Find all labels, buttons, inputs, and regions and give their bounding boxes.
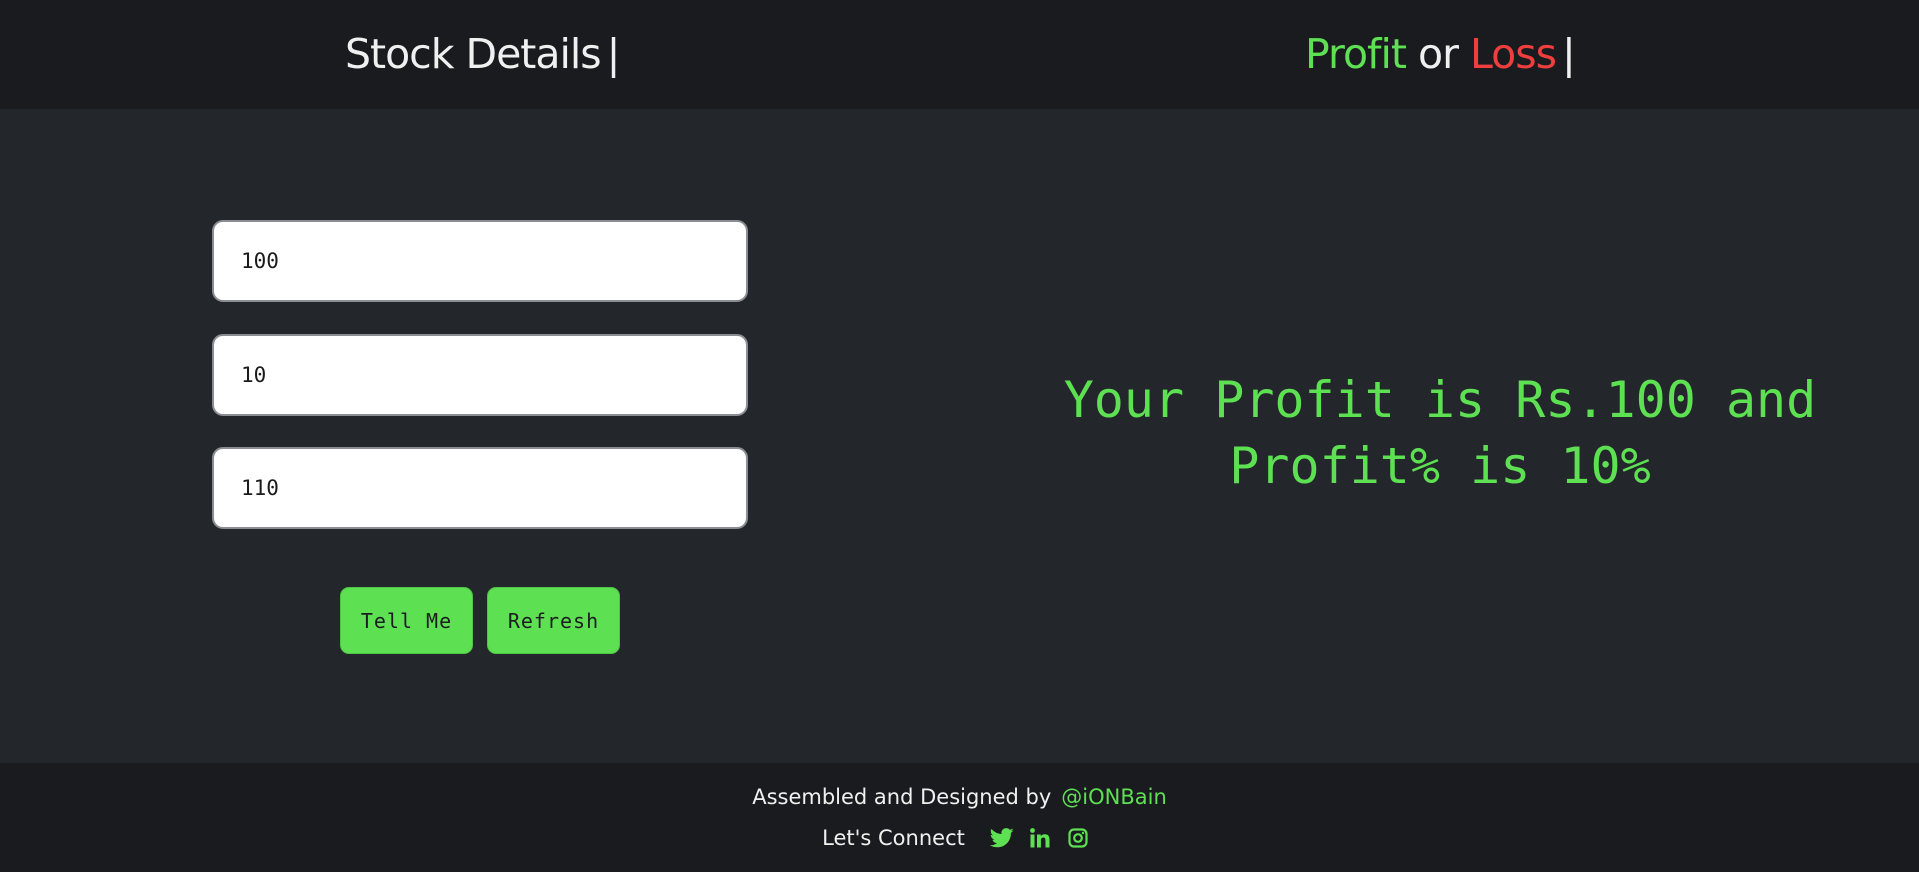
result-message: Your Profit is Rs.100 and Profit% is 10%	[1063, 371, 1817, 495]
or-word: or	[1418, 30, 1459, 78]
stock-details-title: Stock Details |	[345, 26, 621, 82]
site-footer: Assembled and Designed by @iONBain Let's …	[0, 763, 1919, 872]
author-handle-link[interactable]: @iONBain	[1061, 785, 1167, 809]
quantity-input[interactable]	[212, 334, 748, 416]
twitter-icon[interactable]	[989, 825, 1015, 851]
tell-me-button[interactable]: Tell Me	[340, 587, 473, 654]
profit-or-loss-title: Profit or Loss |	[1305, 26, 1576, 82]
loss-word: Loss	[1470, 30, 1557, 78]
main-content: Tell Me Refresh Your Profit is Rs.100 an…	[0, 109, 1919, 763]
connect-label: Let's Connect	[822, 826, 965, 850]
stock-details-title-text: Stock Details	[345, 30, 602, 78]
refresh-button[interactable]: Refresh	[487, 587, 620, 654]
footer-credit: Assembled and Designed by @iONBain	[0, 782, 1919, 812]
site-header: Stock Details | Profit or Loss |	[0, 0, 1919, 109]
profit-word: Profit	[1305, 30, 1407, 78]
footer-connect: Let's Connect	[0, 823, 1919, 853]
initial-price-input[interactable]	[212, 220, 748, 302]
title-cursor: |	[1561, 30, 1576, 78]
title-cursor: |	[606, 30, 621, 78]
current-price-input[interactable]	[212, 447, 748, 529]
linkedin-icon[interactable]	[1027, 825, 1053, 851]
instagram-icon[interactable]	[1065, 825, 1091, 851]
credit-text: Assembled and Designed by	[752, 785, 1052, 809]
